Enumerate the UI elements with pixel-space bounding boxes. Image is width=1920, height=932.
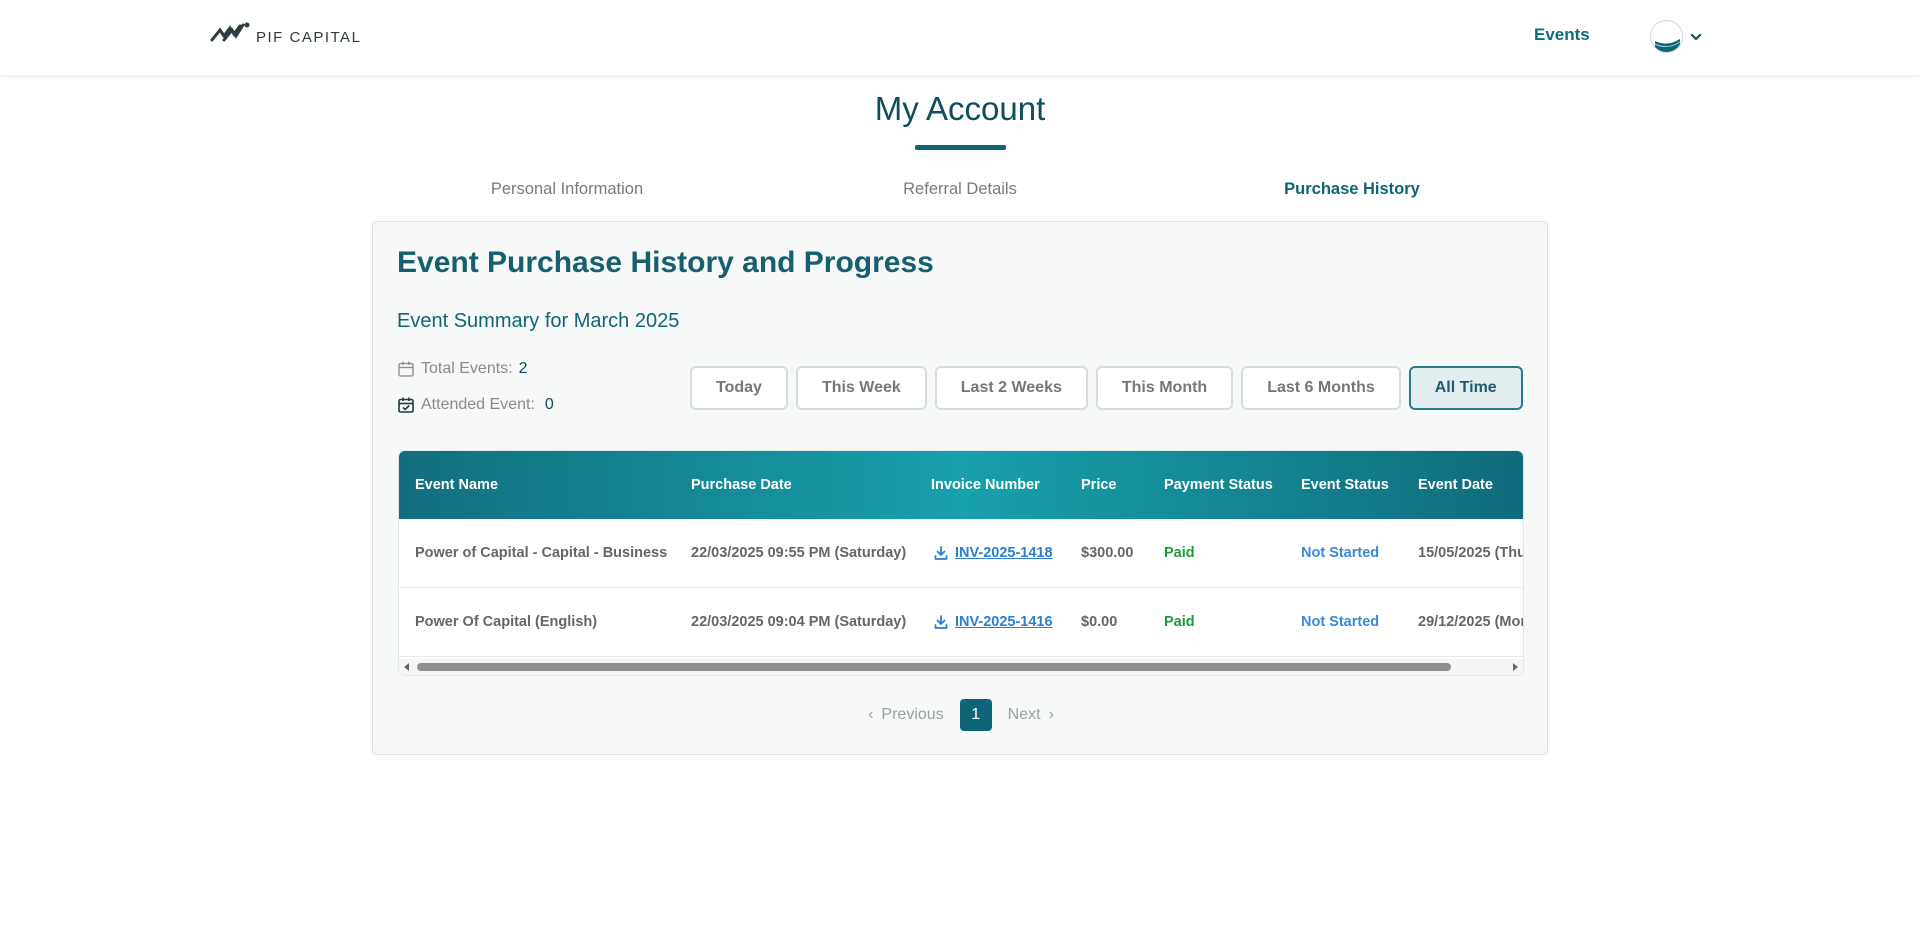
tab-purchase-history[interactable]: Purchase History [1284,180,1420,199]
logo[interactable]: PIF CAPITAL [210,20,361,46]
download-icon [934,546,948,560]
calendar-icon [398,361,414,377]
column-header-payment-status[interactable]: Payment Status [1164,477,1273,493]
filter-this-week-button[interactable]: This Week [795,366,927,410]
filter-last-2-weeks-button[interactable]: Last 2 Weeks [934,366,1088,410]
table-header: Event Name Purchase Date Invoice Number … [399,451,1523,519]
cell-event-date: 29/12/2025 (Mon [1418,614,1523,630]
previous-label: Previous [881,706,944,723]
cell-invoice: INV-2025-1416 [933,614,1053,630]
next-label: Next [1007,706,1041,723]
filter-last-6-months-button[interactable]: Last 6 Months [1241,366,1401,410]
cell-purchase-date: 22/03/2025 09:55 PM (Saturday) [691,545,907,561]
pif-logo-icon [210,22,250,42]
chevron-down-icon[interactable] [1689,30,1703,44]
nav-events-link[interactable]: Events [1534,25,1590,45]
page-number-button[interactable]: 1 [959,699,992,731]
filter-today-button[interactable]: Today [690,366,788,410]
column-header-purchase-date[interactable]: Purchase Date [691,477,792,493]
filter-this-month-button[interactable]: This Month [1095,366,1234,410]
cell-event-status: Not Started [1301,545,1380,561]
attended-events-stat: Attended Event: 0 [397,396,554,414]
next-page-button[interactable]: Next › [1008,706,1054,724]
column-header-event-date[interactable]: Event Date [1418,477,1493,493]
avatar-image-icon [1654,39,1681,52]
total-events-value: 2 [518,360,528,377]
calendar-check-icon [398,397,414,413]
cell-event-name: Power Of Capital (English) [415,614,598,630]
cell-event-date: 15/05/2025 (Thu [1418,545,1523,561]
purchase-table: Event Name Purchase Date Invoice Number … [399,451,1523,675]
filter-all-time-button[interactable]: All Time [1408,366,1523,410]
scroll-left-arrow-icon[interactable] [404,663,409,671]
scrollbar-thumb[interactable] [417,663,1451,671]
page-title: My Account [874,90,1046,127]
table-row: Power of Capital - Capital - Business 22… [399,519,1523,588]
horizontal-scrollbar[interactable] [399,659,1523,675]
column-header-invoice-number[interactable]: Invoice Number [931,477,1040,493]
avatar[interactable] [1650,20,1683,53]
chevron-right-icon: › [1048,706,1054,723]
purchase-history-card: Event Purchase History and Progress Even… [372,221,1548,755]
table-row: Power Of Capital (English) 22/03/2025 09… [399,588,1523,657]
scroll-right-arrow-icon[interactable] [1513,663,1518,671]
top-navbar: PIF CAPITAL Events [0,0,1920,75]
total-events-label: Total Events: [421,360,513,377]
invoice-download-link[interactable]: INV-2025-1416 [933,614,1053,630]
logo-text: PIF CAPITAL [256,28,362,46]
cell-price: $300.00 [1081,545,1134,561]
cell-event-status: Not Started [1301,614,1380,630]
column-header-price[interactable]: Price [1081,477,1116,493]
invoice-number[interactable]: INV-2025-1416 [955,614,1053,630]
total-events-stat: Total Events: 2 [397,360,528,378]
cell-invoice: INV-2025-1418 [933,545,1053,561]
attended-events-label: Attended Event: [421,396,535,413]
account-tabs: Personal Information Referral Details Pu… [372,180,1548,202]
cell-event-name: Power of Capital - Capital - Business [415,545,668,561]
attended-events-value: 0 [544,396,554,413]
title-underline [915,145,1006,150]
invoice-number[interactable]: INV-2025-1418 [955,545,1053,561]
column-header-event-status[interactable]: Event Status [1301,477,1389,493]
previous-page-button[interactable]: ‹ Previous [868,706,944,724]
column-header-event-name[interactable]: Event Name [415,477,498,493]
tab-referral-details[interactable]: Referral Details [903,180,1017,199]
download-icon [934,615,948,629]
chevron-left-icon: ‹ [868,706,874,723]
date-filter-group: Today This Week Last 2 Weeks This Month … [690,366,1523,410]
card-title: Event Purchase History and Progress [397,246,934,279]
cell-payment-status: Paid [1164,545,1195,561]
pagination: ‹ Previous 1 Next › [373,699,1549,731]
cell-payment-status: Paid [1164,614,1195,630]
cell-price: $0.00 [1081,614,1118,630]
summary-title: Event Summary for March 2025 [397,310,680,332]
user-menu[interactable] [1650,20,1703,53]
cell-purchase-date: 22/03/2025 09:04 PM (Saturday) [691,614,907,630]
tab-personal-information[interactable]: Personal Information [491,180,643,199]
invoice-download-link[interactable]: INV-2025-1418 [933,545,1053,561]
